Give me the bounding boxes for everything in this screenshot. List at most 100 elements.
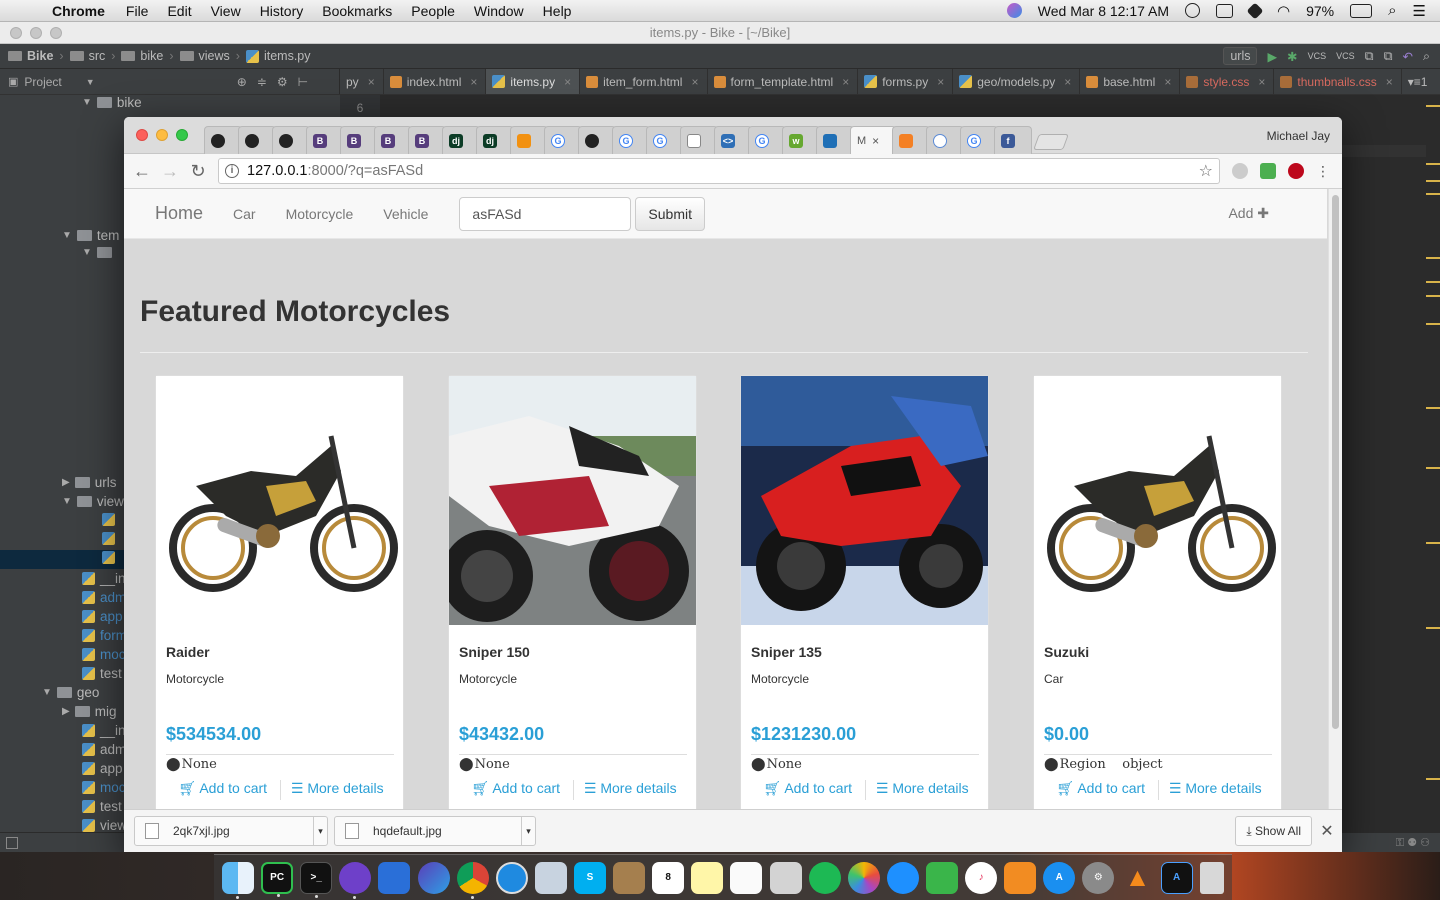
tree-item-selected[interactable] [102, 551, 115, 564]
product-image[interactable] [156, 376, 403, 625]
browser-tab[interactable]: B [408, 126, 446, 154]
add-to-cart-button[interactable]: 🛒︎ Add to cart [1044, 780, 1159, 800]
new-tab-button[interactable] [1033, 134, 1069, 150]
breadcrumb-views[interactable]: views [179, 49, 230, 63]
reload-icon[interactable]: ↻ [184, 161, 212, 182]
pinterest-icon[interactable] [1288, 163, 1304, 179]
browser-tab[interactable]: B [374, 126, 412, 154]
spotify-icon[interactable] [808, 861, 841, 894]
contacts-icon[interactable] [613, 861, 646, 894]
spotlight-icon[interactable]: ⌕ [1388, 2, 1396, 19]
more-details-button[interactable]: ☰ More details [866, 780, 980, 800]
app-store-icon[interactable]: A [1043, 861, 1076, 894]
photos-icon[interactable] [847, 861, 880, 894]
expand-triangle-icon[interactable]: ▼ [62, 230, 72, 241]
tree-item[interactable]: ▼ tem [62, 228, 119, 243]
browser-tab[interactable] [204, 126, 242, 154]
browser-tab[interactable] [926, 126, 964, 154]
editor-tab-base-html[interactable]: base.html × [1080, 69, 1181, 94]
close-icon[interactable]: × [1386, 75, 1393, 89]
run-icon[interactable]: ▶ [1267, 49, 1277, 64]
tree-item[interactable] [102, 513, 115, 526]
close-icon[interactable]: × [937, 75, 944, 89]
tree-item[interactable]: app [82, 609, 123, 624]
browser-tab[interactable] [510, 126, 548, 154]
back-arrow-icon[interactable]: ← [128, 161, 156, 182]
nav-car-link[interactable]: Car [233, 206, 256, 222]
editor-tab-py[interactable]: py × [340, 69, 384, 94]
menu-people[interactable]: People [411, 3, 455, 19]
address-bar[interactable]: i 127.0.0.1:8000/?q=asFASd ☆ [218, 158, 1220, 184]
menu-edit[interactable]: Edit [167, 3, 191, 19]
ibooks-icon[interactable] [1004, 861, 1037, 894]
product-image[interactable] [1034, 376, 1281, 625]
tree-item[interactable]: ▼ geo [42, 685, 99, 700]
instruments-icon[interactable]: A [1160, 861, 1193, 894]
close-icon[interactable]: × [691, 75, 698, 89]
menu-file[interactable]: File [126, 3, 149, 19]
chevron-down-icon[interactable]: ▾ [313, 817, 327, 845]
browser-tab[interactable]: G [544, 126, 582, 154]
finder-icon[interactable] [222, 861, 254, 899]
browser-tab[interactable]: f [994, 126, 1032, 154]
tree-item[interactable]: __in [82, 723, 126, 738]
system-preferences-icon[interactable]: ⚙ [1082, 861, 1115, 894]
close-icon[interactable]: × [1164, 75, 1171, 89]
close-icon[interactable]: × [1064, 75, 1071, 89]
tree-item[interactable]: view [82, 818, 127, 833]
close-icon[interactable]: × [368, 75, 375, 89]
add-item-link[interactable]: Add ✚ [1228, 205, 1269, 222]
browser-tab[interactable]: <> [714, 126, 752, 154]
tree-item[interactable]: form [82, 628, 127, 643]
forward-arrow-icon[interactable]: → [156, 161, 184, 182]
close-light[interactable] [10, 27, 22, 39]
menu-view[interactable]: View [211, 3, 241, 19]
tree-item[interactable]: app [82, 761, 123, 776]
close-tab-icon[interactable]: × [872, 134, 879, 148]
minimize-light[interactable] [30, 27, 42, 39]
trash-icon[interactable] [1199, 861, 1224, 894]
editor-tab-items-py[interactable]: items.py × [486, 69, 581, 94]
siri-icon[interactable] [1006, 3, 1022, 18]
tree-item[interactable]: ▼ bike [82, 95, 142, 110]
hide-panel-icon[interactable]: ⊢ [298, 75, 308, 89]
browser-tab-active[interactable]: M × [850, 126, 896, 154]
safari-icon[interactable] [495, 861, 528, 894]
nav-motorcycle-link[interactable]: Motorcycle [286, 206, 354, 222]
editor-tab-form-template[interactable]: form_template.html × [708, 69, 859, 94]
battery-icon[interactable] [1350, 3, 1373, 18]
pycharm-icon[interactable]: PC [261, 861, 294, 897]
more-details-button[interactable]: ☰ More details [1159, 780, 1273, 800]
vcs-update-icon[interactable]: VCS [1308, 51, 1327, 61]
browser-tab[interactable]: B [306, 126, 344, 154]
more-details-button[interactable]: ☰ More details [574, 780, 688, 800]
expand-triangle-icon[interactable]: ▼ [62, 496, 72, 507]
search-input[interactable]: asFASd [459, 196, 632, 231]
download-item[interactable]: hqdefault.jpg ▾ [334, 816, 536, 846]
browser-tab[interactable]: B [340, 126, 378, 154]
browser-tab[interactable] [272, 126, 310, 154]
menu-bookmarks[interactable]: Bookmarks [322, 3, 392, 19]
tool-windows-icon[interactable] [6, 837, 18, 849]
tree-item[interactable]: moc [82, 780, 126, 795]
zoom-light[interactable] [50, 27, 62, 39]
skype-icon[interactable]: S [573, 861, 606, 894]
github-desktop-icon[interactable] [339, 861, 372, 899]
download-item[interactable]: 2qk7xjl.jpg ▾ [134, 816, 328, 846]
chrome-menu-icon[interactable]: ⋮ [1316, 163, 1330, 179]
messages-icon[interactable] [886, 861, 919, 894]
search-everywhere-icon[interactable]: ⌕ [1423, 49, 1430, 64]
breadcrumb-items-py[interactable]: items.py [245, 49, 311, 63]
dropbox-extension-icon[interactable] [1232, 163, 1248, 179]
browser-tab[interactable]: G [646, 126, 684, 154]
chevron-down-icon[interactable]: ▾ [521, 817, 535, 845]
browser-tab[interactable] [578, 126, 616, 154]
browser-tab[interactable]: dj [476, 126, 514, 154]
browser-tab[interactable] [680, 126, 718, 154]
reminders-icon[interactable] [730, 861, 763, 894]
editor-tab-index-html[interactable]: index.html × [384, 69, 487, 94]
close-icon[interactable]: × [470, 75, 477, 89]
chevron-down-icon[interactable]: ▼ [86, 77, 95, 87]
menu-help[interactable]: Help [543, 3, 572, 19]
battery-percent[interactable]: 97% [1306, 3, 1334, 19]
